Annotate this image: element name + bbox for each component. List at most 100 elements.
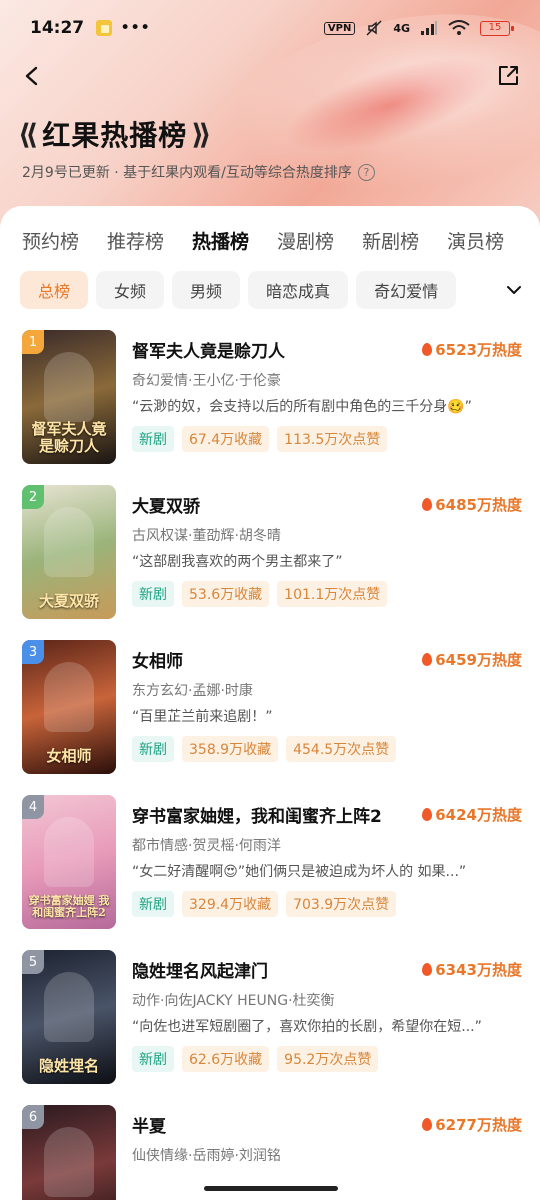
- home-indicator[interactable]: [204, 1186, 338, 1191]
- new-tag: 新剧: [132, 736, 174, 762]
- page-subtitle: 2月9号已更新 · 基于红果内观看/互动等综合热度排序 ?: [22, 162, 375, 182]
- laurel-right-icon: ⟫: [191, 117, 212, 151]
- new-tag: 新剧: [132, 891, 174, 917]
- favorites-tag: 67.4万收藏: [182, 426, 270, 452]
- drama-quote: “百里芷兰前来追剧！”: [132, 709, 273, 725]
- list-item[interactable]: 督军夫人竟是赊刀人 1 督军夫人竟是赊刀人 6523万热度 奇幻爱情·王小亿·于…: [0, 328, 540, 483]
- drama-meta: 仙侠情缘·岳雨婷·刘润铭: [132, 1148, 281, 1164]
- drama-meta: 动作·向佐JACKY HEUNG·杜奕衡: [132, 993, 335, 1009]
- heat-score: 6277万热度: [422, 1114, 522, 1135]
- poster-image: 6: [22, 1105, 116, 1200]
- wifi-icon: [448, 20, 470, 35]
- drama-tags: 新剧 358.9万收藏 454.5万次点赞: [132, 736, 522, 762]
- update-info: 2月9号已更新 · 基于红果内观看/互动等综合热度排序: [22, 165, 352, 181]
- drama-quote: “云渺的奴，会支持以后的所有剧中角色的三千分身🥴”: [132, 399, 472, 415]
- tab-comic[interactable]: 漫剧榜: [277, 227, 334, 254]
- heat-score: 6459万热度: [422, 649, 522, 670]
- likes-tag: 95.2万次点赞: [277, 1046, 379, 1072]
- category-chips: 总榜 女频 男频 暗恋成真 奇幻爱情: [0, 270, 540, 310]
- drama-title: 督军夫人竟是赊刀人: [132, 341, 285, 362]
- heat-score: 6424万热度: [422, 804, 522, 825]
- rank-badge: 3: [22, 640, 44, 664]
- tab-new[interactable]: 新剧榜: [362, 227, 419, 254]
- drama-tags: 新剧 62.6万收藏 95.2万次点赞: [132, 1046, 522, 1072]
- flame-icon: [422, 652, 433, 666]
- poster-image: 穿书富家妯娌 我和闺蜜齐上阵2 4: [22, 795, 116, 929]
- top-nav: [0, 56, 540, 96]
- new-tag: 新剧: [132, 1046, 174, 1072]
- drama-meta: 东方玄幻·孟娜·时康: [132, 683, 253, 699]
- ranking-card: 预约榜 推荐榜 热播榜 漫剧榜 新剧榜 演员榜 总榜 女频 男频 暗恋成真 奇幻…: [0, 206, 540, 1200]
- drama-quote: “这部剧我喜欢的两个男主都来了”: [132, 554, 343, 570]
- drama-title: 大夏双骄: [132, 496, 200, 517]
- tab-recommend[interactable]: 推荐榜: [107, 227, 164, 254]
- likes-tag: 454.5万次点赞: [286, 736, 397, 762]
- drama-quote: “向佐也进军短剧圈了，喜欢你拍的长剧，希望你在短...”: [132, 1019, 482, 1035]
- heat-score: 6485万热度: [422, 494, 522, 515]
- poster-title: 穿书富家妯娌 我和闺蜜齐上阵2: [28, 893, 110, 919]
- ranking-tabs: 预约榜 推荐榜 热播榜 漫剧榜 新剧榜 演员榜: [0, 222, 540, 258]
- favorites-tag: 329.4万收藏: [182, 891, 279, 917]
- status-time: 14:27: [30, 18, 85, 38]
- share-button[interactable]: [490, 58, 526, 94]
- favorites-tag: 62.6万收藏: [182, 1046, 270, 1072]
- back-button[interactable]: [14, 58, 50, 94]
- poster-image: 隐姓埋名 5: [22, 950, 116, 1084]
- title-row: ⟪ 红果热播榜 ⟫: [18, 112, 211, 156]
- flame-icon: [422, 1117, 433, 1131]
- chip-fantasy[interactable]: 奇幻爱情: [356, 271, 457, 309]
- poster-title: 女相师: [46, 746, 92, 765]
- drama-tags: 新剧 67.4万收藏 113.5万次点赞: [132, 426, 522, 452]
- more-notifications-icon: •••: [120, 18, 151, 38]
- rank-badge: 4: [22, 795, 44, 819]
- expand-chips-button[interactable]: [460, 270, 540, 310]
- drama-title: 穿书富家妯娌，我和闺蜜齐上阵2: [132, 806, 382, 827]
- likes-tag: 703.9万次点赞: [286, 891, 397, 917]
- rank-badge: 6: [22, 1105, 44, 1129]
- network-type: 4G: [393, 21, 410, 35]
- flame-icon: [422, 962, 433, 976]
- status-bar: 14:27 ••• VPN 4G 15: [0, 0, 540, 56]
- rank-badge: 2: [22, 485, 44, 509]
- vpn-icon: VPN: [323, 21, 356, 35]
- mute-icon: [366, 20, 382, 36]
- drama-tags: 新剧 329.4万收藏 703.9万次点赞: [132, 891, 522, 917]
- poster-image: 女相师 3: [22, 640, 116, 774]
- drama-meta: 古风权谋·董劭辉·胡冬晴: [132, 528, 281, 544]
- help-icon[interactable]: ?: [357, 163, 375, 181]
- drama-title: 半夏: [132, 1116, 166, 1137]
- chevron-left-icon: [25, 66, 38, 86]
- drama-quote: “女二好清醒啊😍”她们俩只是被迫成为坏人的 如果...”: [132, 864, 467, 880]
- chip-female[interactable]: 女频: [96, 271, 165, 309]
- page-title: 红果热播榜: [42, 119, 188, 152]
- chip-male[interactable]: 男频: [172, 271, 241, 309]
- poster-title: 隐姓埋名: [38, 1056, 99, 1075]
- battery-icon: 15: [480, 20, 514, 36]
- drama-title: 隐姓埋名风起津门: [132, 961, 268, 982]
- rank-badge: 5: [22, 950, 44, 974]
- poster-image: 大夏双骄 2: [22, 485, 116, 619]
- flame-icon: [422, 807, 433, 821]
- drama-meta: 都市情感·贺灵榣·何雨洋: [132, 838, 281, 854]
- list-item[interactable]: 穿书富家妯娌 我和闺蜜齐上阵2 4 穿书富家妯娌，我和闺蜜齐上阵2 6424万热…: [0, 793, 540, 948]
- favorites-tag: 358.9万收藏: [182, 736, 279, 762]
- new-tag: 新剧: [132, 426, 174, 452]
- tab-hot[interactable]: 热播榜: [192, 227, 249, 254]
- chip-all[interactable]: 总榜: [20, 271, 89, 309]
- chevron-down-icon: [507, 286, 521, 294]
- likes-tag: 113.5万次点赞: [277, 426, 388, 452]
- chip-crush[interactable]: 暗恋成真: [248, 271, 349, 309]
- new-tag: 新剧: [132, 581, 174, 607]
- poster-image: 督军夫人竟是赊刀人 1: [22, 330, 116, 464]
- likes-tag: 101.1万次点赞: [277, 581, 388, 607]
- notification-app-icon: [96, 20, 113, 36]
- tab-reservation[interactable]: 预约榜: [22, 227, 79, 254]
- tab-actors[interactable]: 演员榜: [447, 227, 504, 254]
- flame-icon: [422, 342, 433, 356]
- favorites-tag: 53.6万收藏: [182, 581, 270, 607]
- list-item[interactable]: 隐姓埋名 5 隐姓埋名风起津门 6343万热度 动作·向佐JACKY HEUNG…: [0, 948, 540, 1103]
- list-item[interactable]: 大夏双骄 2 大夏双骄 6485万热度 古风权谋·董劭辉·胡冬晴 “这部剧我喜欢…: [0, 483, 540, 638]
- signal-icon: [421, 21, 437, 35]
- heat-score: 6523万热度: [422, 339, 522, 360]
- list-item[interactable]: 女相师 3 女相师 6459万热度 东方玄幻·孟娜·时康 “百里芷兰前来追剧！”…: [0, 638, 540, 793]
